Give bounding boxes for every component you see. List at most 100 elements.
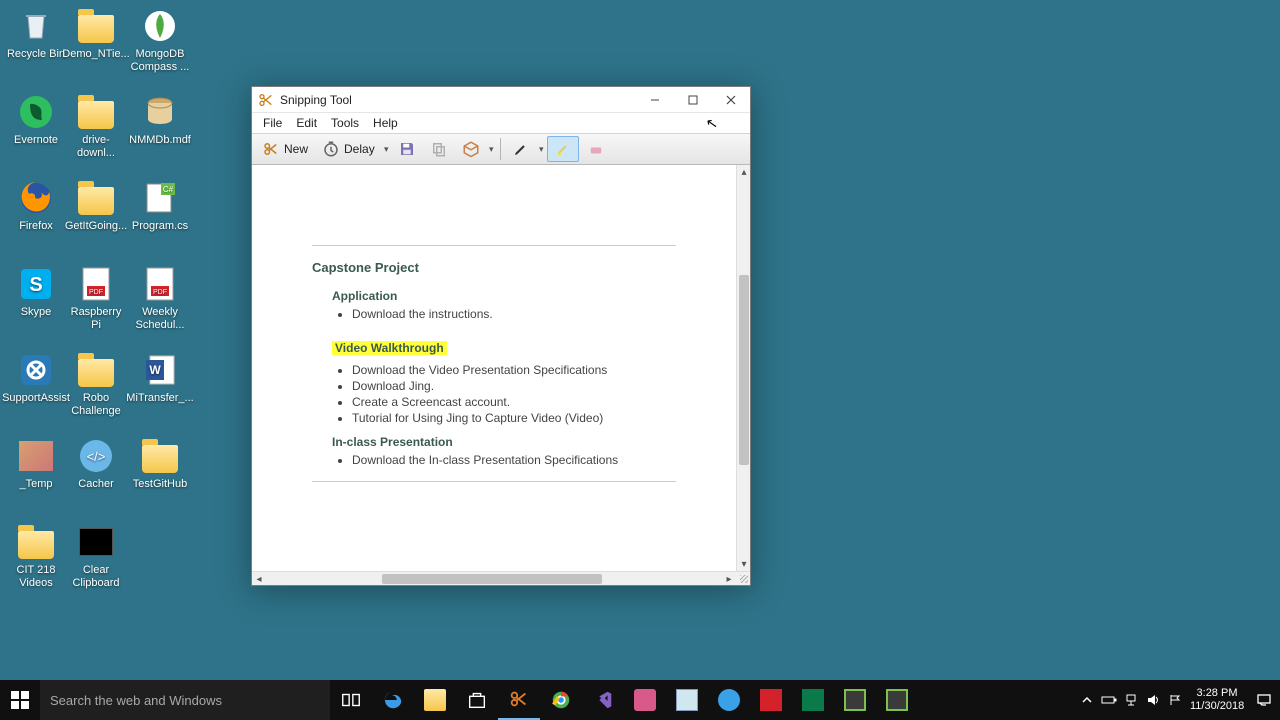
minimize-button[interactable]: [636, 87, 674, 113]
desktop-icon[interactable]: Clear Clipboard: [66, 522, 126, 590]
taskbar-file-explorer[interactable]: [414, 680, 456, 720]
doc-heading: Video Walkthrough: [332, 341, 447, 355]
desktop-icon[interactable]: drive-downl...: [66, 92, 126, 160]
menu-help[interactable]: Help: [366, 115, 405, 131]
action-center-button[interactable]: [1248, 680, 1280, 720]
taskbar-notepad[interactable]: [666, 680, 708, 720]
titlebar[interactable]: Snipping Tool: [252, 87, 750, 113]
firefox-icon: [16, 178, 56, 218]
desktop-icon[interactable]: TestGitHub: [130, 436, 190, 491]
maximize-button[interactable]: [674, 87, 712, 113]
horizontal-scrollbar[interactable]: ◂ ▸: [252, 571, 750, 585]
folder-icon: [76, 178, 116, 218]
desktop-icon[interactable]: CIT 218 Videos: [6, 522, 66, 590]
tray-volume-icon[interactable]: [1142, 680, 1164, 720]
start-button[interactable]: [0, 680, 40, 720]
desktop-icon[interactable]: Firefox: [6, 178, 66, 233]
new-snip-button[interactable]: New: [256, 136, 314, 162]
desktop-icon[interactable]: NMMDb.mdf: [130, 92, 190, 147]
toolbar: New Delay ▾ ▾ ▾: [252, 133, 750, 165]
scroll-down-icon[interactable]: ▾: [737, 557, 751, 571]
desktop-icon[interactable]: PDFRaspberry Pi: [66, 264, 126, 332]
desktop-icon[interactable]: _Temp: [6, 436, 66, 491]
desktop-icon[interactable]: Demo_NTie...: [66, 6, 126, 61]
hscroll-thumb[interactable]: [382, 574, 602, 584]
taskbar-app-1[interactable]: [624, 680, 666, 720]
doc-list: Download the In-class Presentation Speci…: [352, 453, 706, 467]
tray-overflow-icon[interactable]: [1076, 680, 1098, 720]
desktop-icon-label: GetItGoing...: [65, 220, 127, 233]
bin-icon: [16, 6, 56, 46]
evernote-icon: [16, 92, 56, 132]
desktop-icon[interactable]: Robo Challenge: [66, 350, 126, 418]
desktop-icon-label: Cacher: [78, 478, 113, 491]
taskbar-cacher[interactable]: [708, 680, 750, 720]
vertical-scrollbar[interactable]: ▴ ▾: [736, 165, 750, 571]
desktop-icon-label: _Temp: [19, 478, 52, 491]
copy-button[interactable]: [424, 136, 454, 162]
snipping-tool-window: Snipping Tool File Edit Tools Help New D…: [251, 86, 751, 586]
skype-icon: S: [16, 264, 56, 304]
desktop-icon-label: Evernote: [14, 134, 58, 147]
cs-icon: C#: [140, 178, 180, 218]
taskbar-publisher[interactable]: [792, 680, 834, 720]
menu-tools[interactable]: Tools: [324, 115, 366, 131]
doc-list: Download the instructions.: [352, 307, 706, 321]
pen-button[interactable]: [506, 136, 536, 162]
db-icon: [140, 92, 180, 132]
svg-text:PDF: PDF: [153, 289, 167, 296]
menu-edit[interactable]: Edit: [289, 115, 324, 131]
scroll-up-icon[interactable]: ▴: [737, 165, 751, 179]
doc-list-item: Download Jing.: [352, 379, 706, 393]
taskbar-clock[interactable]: 3:28 PM 11/30/2018: [1186, 687, 1248, 713]
tray-date: 11/30/2018: [1190, 700, 1244, 713]
desktop-icon[interactable]: PDFWeekly Schedul...: [130, 264, 190, 332]
desktop-icon[interactable]: Evernote: [6, 92, 66, 147]
desktop-icon-label: Skype: [21, 306, 52, 319]
delay-button[interactable]: Delay: [316, 136, 381, 162]
desktop-icon[interactable]: S Skype: [6, 264, 66, 319]
tray-flag-icon[interactable]: [1164, 680, 1186, 720]
taskbar-store[interactable]: [456, 680, 498, 720]
doc-list-item: Download the In-class Presentation Speci…: [352, 453, 706, 467]
resize-grip[interactable]: [736, 571, 750, 585]
folder-icon: [76, 92, 116, 132]
taskbar-edge[interactable]: [372, 680, 414, 720]
desktop-icon[interactable]: SupportAssist: [6, 350, 66, 405]
taskbar-snipping-tool[interactable]: [498, 680, 540, 720]
delay-dropdown[interactable]: ▾: [383, 136, 390, 162]
save-button[interactable]: [392, 136, 422, 162]
desktop-icon[interactable]: MongoDB Compass ...: [130, 6, 190, 74]
taskbar-visual-studio[interactable]: [582, 680, 624, 720]
desktop-icon[interactable]: Recycle Bin: [6, 6, 66, 61]
tray-battery-icon[interactable]: [1098, 680, 1120, 720]
desktop-icon-label: MongoDB Compass ...: [130, 48, 190, 74]
desktop-icon[interactable]: </>Cacher: [66, 436, 126, 491]
scroll-right-icon[interactable]: ▸: [722, 572, 736, 586]
eraser-button[interactable]: [581, 136, 611, 162]
send-dropdown[interactable]: ▾: [488, 136, 495, 162]
scroll-left-icon[interactable]: ◂: [252, 572, 266, 586]
vscroll-thumb[interactable]: [739, 275, 749, 465]
desktop-icon-label: Demo_NTie...: [62, 48, 129, 61]
taskbar-chrome[interactable]: [540, 680, 582, 720]
send-button[interactable]: [456, 136, 486, 162]
desktop-icon-label: TestGitHub: [133, 478, 187, 491]
pen-dropdown[interactable]: ▾: [538, 136, 545, 162]
taskbar-camtasia-1[interactable]: [834, 680, 876, 720]
task-view-button[interactable]: [330, 680, 372, 720]
tray-network-icon[interactable]: [1120, 680, 1142, 720]
desktop-icon[interactable]: C#Program.cs: [130, 178, 190, 233]
system-tray: 3:28 PM 11/30/2018: [1076, 680, 1280, 720]
menu-file[interactable]: File: [256, 115, 289, 131]
desktop-icon[interactable]: WMiTransfer_...: [130, 350, 190, 405]
taskbar-camtasia-2[interactable]: [876, 680, 918, 720]
highlighter-button[interactable]: [547, 136, 579, 162]
captured-content: Capstone Project ApplicationDownload the…: [252, 165, 736, 571]
desktop-icon-label: SupportAssist: [2, 392, 70, 405]
new-label: New: [284, 142, 308, 156]
close-button[interactable]: [712, 87, 750, 113]
taskbar-search[interactable]: Search the web and Windows: [40, 680, 330, 720]
desktop-icon[interactable]: GetItGoing...: [66, 178, 126, 233]
taskbar-acrobat[interactable]: [750, 680, 792, 720]
